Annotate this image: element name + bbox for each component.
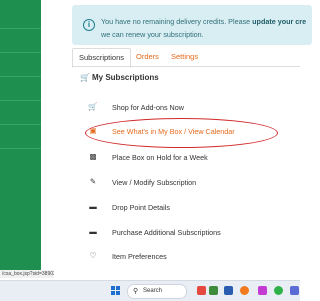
heart-icon: ♡ [89,251,97,260]
tab-bar: Subscriptions Orders Settings [72,48,300,68]
divider [0,76,41,77]
menu-item-purchase-additional[interactable]: ▬ Purchase Additional Subscriptions [88,221,300,245]
app-icon[interactable] [258,286,267,295]
menu-item-label: Shop for Add-ons Now [112,103,184,112]
app-icon[interactable] [209,286,218,295]
app-icon[interactable] [197,286,206,295]
divider [0,52,41,53]
taskbar-search[interactable]: ⚲ Search [127,284,187,299]
pencil-icon: ✎ [89,177,97,186]
card-icon: ▬ [89,227,97,236]
menu-item-shop-addons[interactable]: 🛒 Shop for Add-ons Now [88,96,300,120]
divider [0,100,41,101]
cart-icon: 🛒 [80,73,90,82]
update-credit-link[interactable]: update your cre [252,17,306,26]
windows-start-icon[interactable] [111,286,120,295]
info-icon: i [83,19,95,31]
menu-item-label: View / Modify Subscription [112,178,197,187]
divider [0,148,41,149]
credit-notice: i You have no remaining delivery credits… [72,5,312,45]
tab-underline [72,66,300,67]
tab-settings[interactable]: Settings [165,48,204,66]
menu-item-modify-subscription[interactable]: ✎ View / Modify Subscription [88,171,300,195]
firefox-icon[interactable] [240,286,249,295]
section-title: 🛒 My Subscriptions [80,73,159,82]
calendar-x-icon: ▩ [89,152,97,161]
app-icon[interactable] [290,286,299,295]
menu-item-label: Place Box on Hold for a Week [112,153,208,162]
menu-item-label: Item Preferences [112,252,167,261]
menu-item-label: Drop Point Details [112,203,170,212]
main-content: i You have no remaining delivery credits… [41,0,312,270]
taskbar: ⚲ Search [0,280,300,301]
notice-line-2: we can renew your subscription. [101,30,204,39]
tab-subscriptions[interactable]: Subscriptions [72,48,132,68]
cart-icon: 🛒 [88,102,98,111]
notice-text: You have no remaining delivery credits. … [101,17,253,26]
divider [0,28,41,29]
section-title-text: My Subscriptions [92,73,159,82]
status-url: /csa_box.jsp?sid=389032 [0,270,54,278]
app-icon[interactable] [224,286,233,295]
left-green-panel [0,0,41,270]
menu-item-place-hold[interactable]: ▩ Place Box on Hold for a Week [88,146,300,170]
tab-orders[interactable]: Orders [130,48,165,66]
menu-item-label: Purchase Additional Subscriptions [112,228,221,237]
card-icon: ▬ [89,202,97,211]
red-annotation-ellipse [85,118,278,148]
menu-item-preferences[interactable]: ♡ Item Preferences [88,245,300,269]
search-placeholder: Search [143,288,163,294]
divider [0,124,41,125]
notice-line-1: You have no remaining delivery credits. … [101,17,306,26]
search-icon: ⚲ [133,288,139,295]
chrome-icon[interactable] [274,286,283,295]
menu-item-drop-point[interactable]: ▬ Drop Point Details [88,196,300,220]
